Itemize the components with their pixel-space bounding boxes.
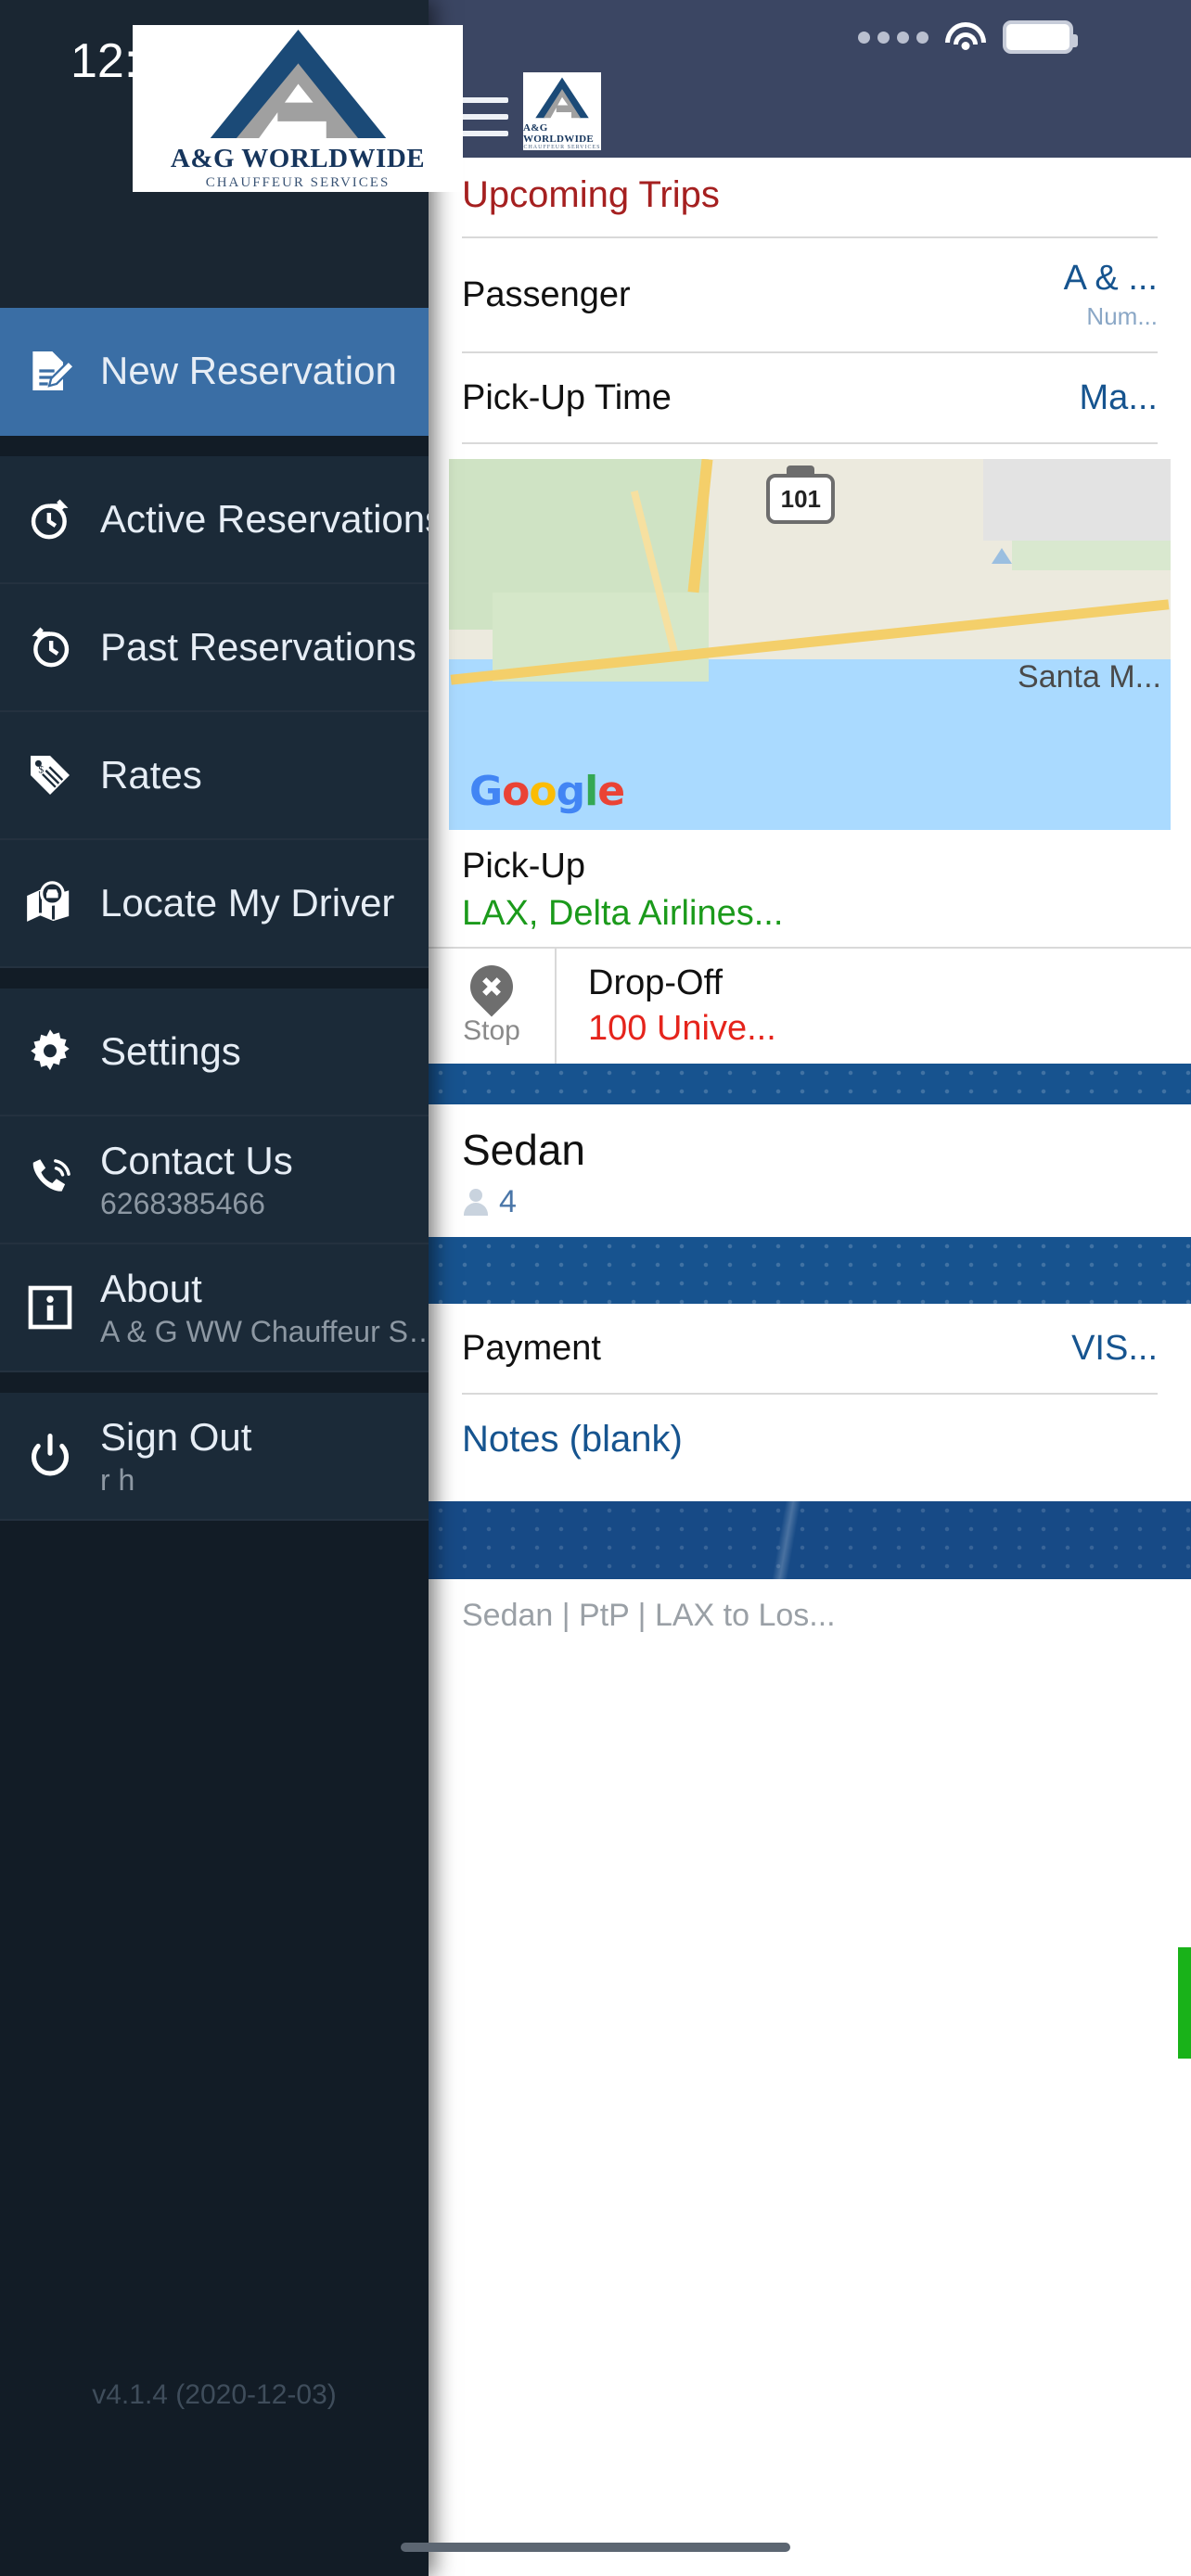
google-attribution: Google xyxy=(469,768,625,815)
divider xyxy=(462,442,1158,444)
info-icon xyxy=(24,1282,76,1333)
brand-triangle-icon xyxy=(210,30,386,138)
sidebar-item-label: New Reservation xyxy=(100,349,397,392)
sidebar-item-contact-us[interactable]: Contact Us 6268385466 xyxy=(0,1116,429,1244)
svg-text:$: $ xyxy=(38,764,44,776)
sidebar-item-sublabel: 6268385466 xyxy=(100,1186,265,1220)
passenger-value: A & ... xyxy=(1063,259,1158,298)
drawer-header: 12:16 A&G WORLDWIDE Chauffeur Services xyxy=(0,0,463,308)
sidebar-item-label: Sign Out xyxy=(100,1414,252,1459)
drawer-brand-name: A&G WORLDWIDE xyxy=(170,144,426,173)
passenger-sub: Num... xyxy=(1086,302,1158,330)
drawer-menu: New Reservation Active Reservations Past… xyxy=(0,308,429,2576)
payment-value: VIS... xyxy=(1071,1328,1158,1368)
dropoff-cell[interactable]: Drop-Off 100 Unive... xyxy=(557,949,1191,1064)
sidebar-item-label: Settings xyxy=(100,1029,241,1073)
wifi-icon xyxy=(945,22,986,52)
dropoff-block: Stop Drop-Off 100 Unive... xyxy=(429,947,1191,1064)
app-nav-bar: A&G WORLDWIDE Chauffeur Services xyxy=(429,72,1191,158)
gear-icon xyxy=(24,1026,76,1078)
map-pin-car-icon xyxy=(24,877,76,929)
app-status-bar: A&G WORLDWIDE Chauffeur Services xyxy=(429,0,1191,158)
decorative-band xyxy=(429,1237,1191,1304)
route-map[interactable]: 101 Santa M... Google xyxy=(449,459,1171,830)
pickup-time-row[interactable]: Pick-Up Time Ma... xyxy=(429,353,1191,442)
clock-forward-icon xyxy=(24,493,76,545)
notes-link[interactable]: Notes (blank) xyxy=(429,1395,1191,1492)
section-title: Upcoming Trips xyxy=(462,174,720,215)
app-version: v4.1.4 (2020-12-03) xyxy=(92,2379,337,2410)
sidebar-item-about[interactable]: About A & G WW Chauffeur Servi... xyxy=(0,1244,429,1372)
nav-brand-tagline: Chauffeur Services xyxy=(523,145,601,150)
menu-group-divider xyxy=(0,1372,429,1393)
menu-group-divider xyxy=(0,436,429,456)
sidebar-item-label: Contact Us xyxy=(100,1138,293,1182)
pickup-time-label: Pick-Up Time xyxy=(462,377,672,417)
trip-summary-footer: Sedan | PtP | LAX to Los... xyxy=(462,1598,836,1633)
highway-shield-icon: 101 xyxy=(766,465,836,524)
sidebar-item-active-reservations[interactable]: Active Reservations xyxy=(0,456,429,584)
decorative-band xyxy=(429,1064,1191,1104)
sidebar-item-settings[interactable]: Settings xyxy=(0,988,429,1116)
sidebar-item-label: About xyxy=(100,1266,202,1310)
drawer-brand-tagline: Chauffeur Services xyxy=(205,175,391,190)
dropoff-label: Drop-Off xyxy=(588,963,724,1002)
passenger-row[interactable]: Passenger A & ... Num... xyxy=(429,238,1191,351)
map-marker-icon xyxy=(991,548,1012,564)
stop-label: Stop xyxy=(463,1015,520,1046)
signal-dots-icon xyxy=(858,31,928,44)
sidebar-item-label: Locate My Driver xyxy=(100,881,395,925)
menu-group-divider xyxy=(0,968,429,988)
nav-brand-name: A&G WORLDWIDE xyxy=(523,122,595,145)
passenger-count: 4 xyxy=(499,1184,517,1219)
dropoff-value: 100 Unive... xyxy=(588,1009,776,1048)
phone-ring-icon xyxy=(24,1154,76,1205)
passenger-label: Passenger xyxy=(462,274,631,314)
clock-back-icon xyxy=(24,621,76,673)
sidebar-item-past-reservations[interactable]: Past Reservations xyxy=(0,584,429,712)
pickup-value: LAX, Delta Airlines... xyxy=(462,894,784,933)
pickup-block[interactable]: Pick-Up LAX, Delta Airlines... xyxy=(429,830,1191,947)
payment-section: Payment VIS... Notes (blank) xyxy=(429,1304,1191,1501)
power-icon xyxy=(24,1430,76,1482)
sidebar-item-label: Active Reservations xyxy=(100,497,429,541)
payment-row[interactable]: Payment VIS... xyxy=(429,1304,1191,1393)
navigation-drawer: 12:16 A&G WORLDWIDE Chauffeur Services xyxy=(0,0,463,2576)
map-pin-plus-icon xyxy=(461,956,522,1017)
sidebar-item-sign-out[interactable]: Sign Out r h xyxy=(0,1393,429,1521)
home-indicator[interactable] xyxy=(401,2543,790,2552)
sidebar-item-locate-my-driver[interactable]: Locate My Driver xyxy=(0,840,429,968)
sidebar-item-sublabel: A & G WW Chauffeur Servi... xyxy=(100,1314,429,1348)
pickup-label: Pick-Up xyxy=(462,847,586,886)
price-tag-icon: $ xyxy=(24,749,76,801)
sidebar-item-label: Past Reservations xyxy=(100,625,416,669)
person-icon xyxy=(462,1188,490,1217)
nav-brand-logo: A&G WORLDWIDE Chauffeur Services xyxy=(523,72,601,150)
vehicle-name: Sedan xyxy=(462,1126,586,1174)
sidebar-item-label: Rates xyxy=(100,753,202,797)
map-city-label: Santa M... xyxy=(1018,659,1161,695)
sidebar-item-sublabel: r h xyxy=(100,1462,135,1497)
add-stop-button[interactable]: Stop xyxy=(429,949,557,1064)
sidebar-item-rates[interactable]: $ Rates xyxy=(0,712,429,840)
drawer-brand-logo: A&G WORLDWIDE Chauffeur Services xyxy=(133,25,463,192)
phone-screen: A&G WORLDWIDE Chauffeur Services Upcomin… xyxy=(0,0,1191,2576)
app-content-panel: A&G WORLDWIDE Chauffeur Services Upcomin… xyxy=(429,0,1191,2576)
battery-icon xyxy=(1003,20,1078,54)
payment-label: Payment xyxy=(462,1328,601,1368)
status-strip xyxy=(1178,1947,1191,2059)
document-edit-icon xyxy=(24,345,76,397)
brand-triangle-icon xyxy=(535,77,589,119)
vehicle-block[interactable]: Sedan 4 xyxy=(429,1104,1191,1237)
highway-number: 101 xyxy=(780,484,821,513)
pickup-time-value: Ma... xyxy=(1079,377,1158,417)
sidebar-item-new-reservation[interactable]: New Reservation xyxy=(0,308,429,436)
decorative-band xyxy=(429,1501,1191,1579)
